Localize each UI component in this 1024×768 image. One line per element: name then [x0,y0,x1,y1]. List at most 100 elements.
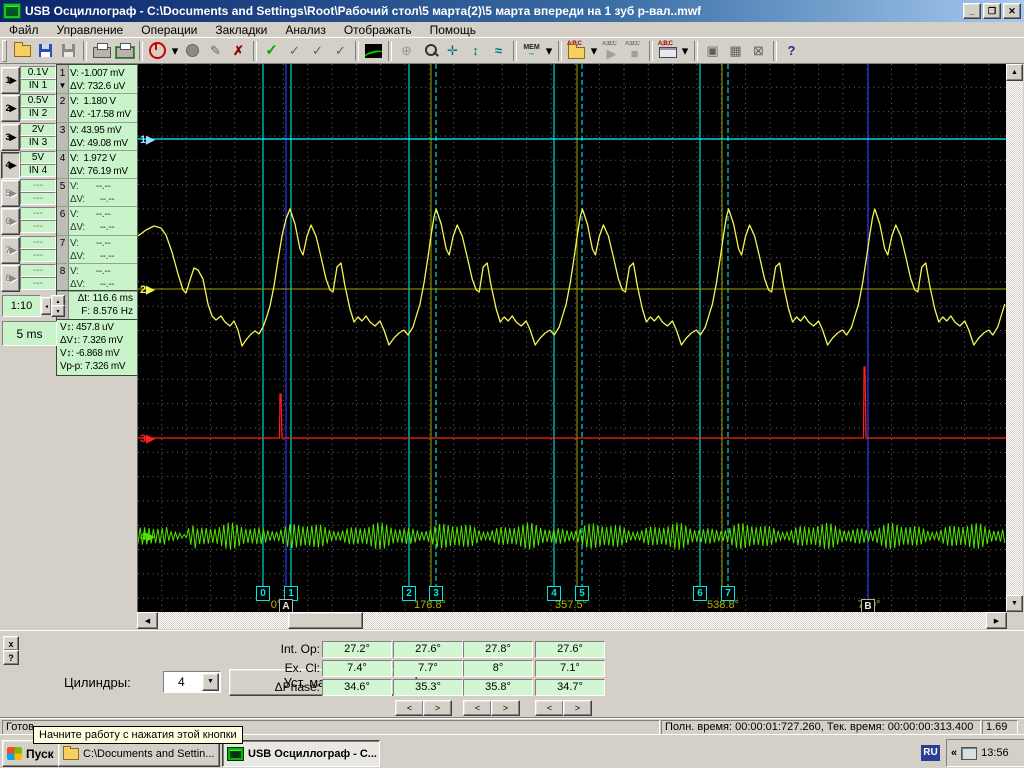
close-button[interactable]: ✕ [1003,3,1021,19]
xy-view-button[interactable] [362,40,385,62]
channel-7-range[interactable]: --- [20,235,56,249]
panel-close-button[interactable]: x [3,636,19,651]
abc-play-button: A;B;C ▶ [602,40,617,61]
help-button[interactable]: ? [780,40,803,62]
channel-2-button[interactable]: 2▶ [1,95,20,123]
print-button[interactable] [90,40,113,62]
phase-prev-button[interactable]: < [395,700,424,716]
ratio-spin-down[interactable]: ▾ [51,305,65,317]
apply-button[interactable]: ✓ [260,40,283,62]
channel-1-range[interactable]: 0.1V [20,66,56,79]
abc-panel-dropdown[interactable]: ▾ [679,40,691,62]
marker-box-5[interactable]: 5 [575,586,589,601]
tray-collapse-icon[interactable]: « [951,747,957,759]
menu-file[interactable]: Файл [0,23,48,37]
restore-button[interactable]: ❐ [983,3,1001,19]
channel-5-button[interactable]: 5▶ [1,180,20,207]
marker-box-4[interactable]: 4 [547,586,561,601]
scroll-right-button[interactable]: ▶ [986,612,1007,629]
hscroll-thumb[interactable] [288,612,363,629]
open-file-button[interactable] [11,40,34,62]
phase-next-button[interactable]: > [423,700,452,716]
channel-1-name[interactable]: IN 1 [20,79,56,92]
channel-7-name[interactable]: --- [20,248,56,262]
start-stop-dropdown[interactable]: ▾ [169,40,181,62]
channel-3-range[interactable]: 2V [20,122,56,136]
menu-help[interactable]: Помощь [421,23,485,37]
phase-prev-button[interactable]: < [463,700,492,716]
marker-box-2[interactable]: 2 [402,586,416,601]
set-markers-tool-button[interactable]: ✛ [441,40,464,62]
channel-6-name[interactable]: --- [20,220,56,234]
channel-3-dv-value: ΔV: 49.08 mV [70,137,128,149]
taskbar-item-oscilloscope[interactable]: USB Осциллограф - C... [222,740,380,767]
save-file-button[interactable] [34,40,57,62]
marker-box-B[interactable]: B [861,599,875,612]
menu-analysis[interactable]: Анализ [276,23,335,37]
scroll-up-button[interactable]: ▲ [1006,64,1023,81]
trigger-marker-icon[interactable]: ▼ [57,81,68,90]
app-icon [3,3,21,19]
menu-operations[interactable]: Операции [132,23,206,37]
phase-next-button[interactable]: > [563,700,592,716]
channel-1-button[interactable]: 1▶ [1,67,20,94]
channel-4-button[interactable]: 4▶ [1,151,20,179]
print-screen-button[interactable] [113,40,136,62]
channel-3-name[interactable]: IN 3 [20,135,56,149]
toolbar-grip[interactable] [2,39,7,62]
channel-5-name[interactable]: --- [20,192,56,205]
channel-4-range[interactable]: 5V [20,150,56,164]
oscilloscope-display[interactable]: 1▶2▶3▶4▶ 0°178.8°357.5°538.8°720°0123456… [137,64,1007,612]
clear-button[interactable]: ✎ [204,40,227,62]
network-monitor-icon[interactable] [961,746,978,760]
start-button[interactable]: Пуск [2,740,60,767]
marker-box-A[interactable]: A [279,599,293,612]
table-cell: 27.6° [535,641,605,658]
channel-6-button[interactable]: 6▶ [1,208,20,236]
menu-control[interactable]: Управление [48,23,133,37]
taskbar-item-explorer[interactable]: C:\Documents and Settin... [58,740,220,767]
delete-button[interactable]: ✗ [227,40,250,62]
abc-panel-button[interactable]: A;B;C [656,40,679,62]
channel-8-name[interactable]: --- [20,276,56,290]
timebase-field[interactable]: 5 ms [2,321,57,346]
marker-box-6[interactable]: 6 [693,586,707,601]
menu-display[interactable]: Отображать [335,23,421,37]
channel-4-name[interactable]: IN 4 [20,163,56,177]
check-prev-button: ✓ [283,40,306,62]
channel-8-range[interactable]: --- [20,263,56,277]
cylinders-select[interactable]: 4 ▼ [163,671,221,693]
channel-3-button[interactable]: 3▶ [1,123,20,151]
language-indicator[interactable]: RU [921,745,940,761]
vertical-scrollbar[interactable]: ▲ ▼ [1006,64,1023,612]
scroll-left-button[interactable]: ◀ [137,612,158,629]
search-button[interactable] [418,40,441,62]
channel-2-name[interactable]: IN 2 [20,107,56,121]
memory-dropdown[interactable]: ▾ [543,40,555,62]
attenuation-ratio-field[interactable]: 1:10 [2,295,41,317]
marker-box-7[interactable]: 7 [721,586,735,601]
horizontal-scrollbar[interactable]: ◀ ▶ [137,612,1007,629]
channel-2-range[interactable]: 0.5V [20,94,56,108]
wave-cursor-button[interactable]: ≈ [487,40,510,62]
panel-help-button[interactable]: ? [3,650,19,665]
abc-open-dropdown[interactable]: ▾ [588,40,600,62]
title-bar[interactable]: USB Осциллограф - C:\Documents and Setti… [0,0,1024,22]
channel-6-range[interactable]: --- [20,207,56,221]
minimize-button[interactable]: _ [963,3,981,19]
phase-next-button[interactable]: > [491,700,520,716]
channel-7-button[interactable]: 7▶ [1,236,20,264]
menu-bookmarks[interactable]: Закладки [206,23,276,37]
start-stop-button[interactable] [146,40,169,62]
scroll-down-button[interactable]: ▼ [1006,595,1023,612]
phase-prev-button[interactable]: < [535,700,564,716]
channel-5-range[interactable]: --- [20,179,56,192]
memory-button[interactable]: MEM ~ [520,40,543,62]
channel-8-button[interactable]: 8▶ [1,264,20,292]
abc-open-button[interactable]: A;B;C [565,40,588,62]
marker-box-0[interactable]: 0 [256,586,270,601]
cylinders-dropdown-icon[interactable]: ▼ [202,673,219,691]
vertical-cursor-button[interactable]: ↕ [464,40,487,62]
marker-box-3[interactable]: 3 [429,586,443,601]
record-button[interactable] [181,40,204,62]
